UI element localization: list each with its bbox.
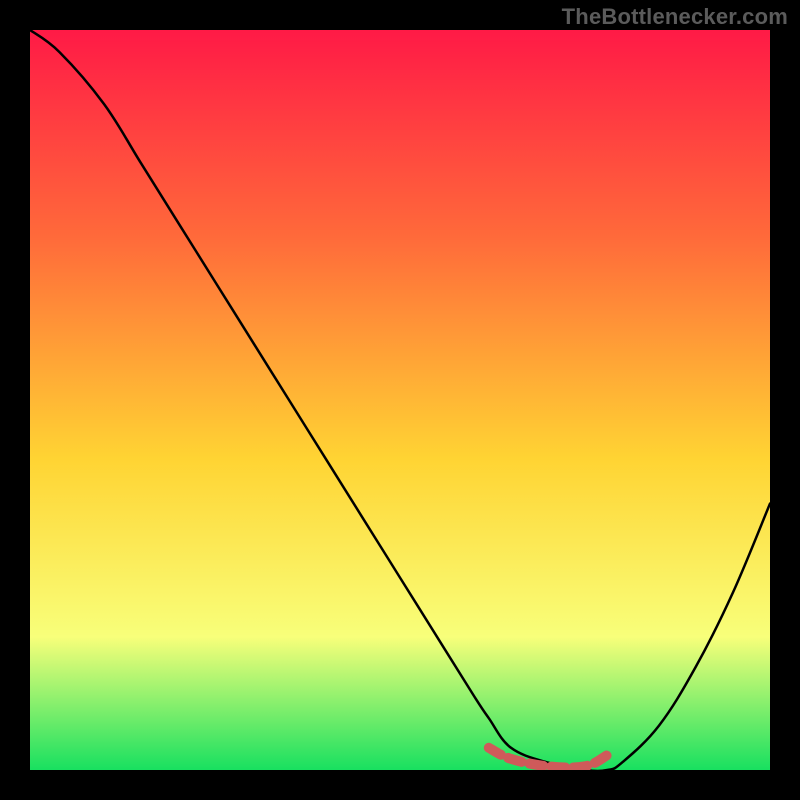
watermark-text: TheBottlenecker.com [562, 4, 788, 30]
chart-svg [30, 30, 770, 770]
gradient-background [30, 30, 770, 770]
plot-area [30, 30, 770, 770]
chart-frame: TheBottlenecker.com [0, 0, 800, 800]
